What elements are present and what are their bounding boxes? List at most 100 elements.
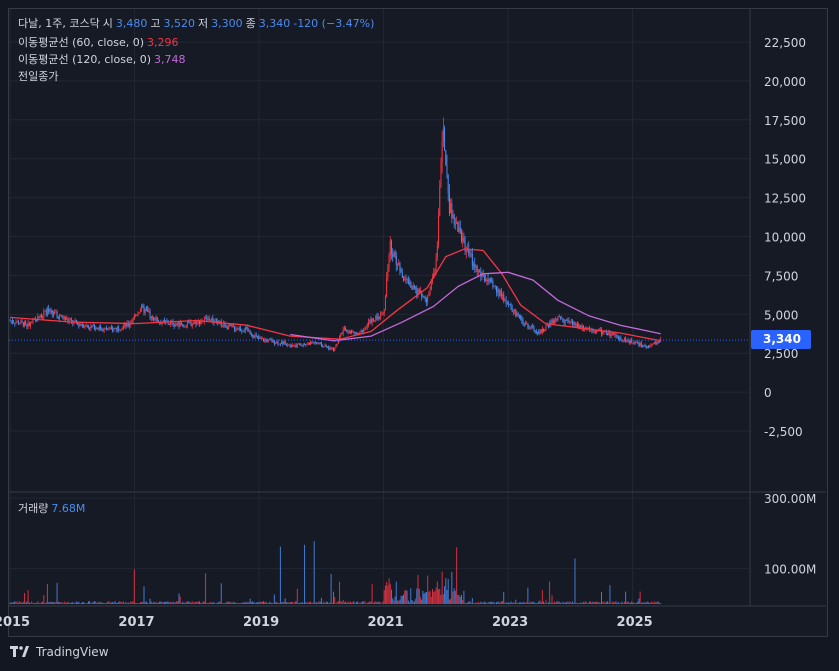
- volume-bar: [509, 602, 511, 604]
- volume-bar: [243, 602, 245, 604]
- time-tick-label: 2019: [243, 615, 279, 630]
- volume-bar: [447, 579, 449, 604]
- candle-body: [625, 338, 627, 342]
- volume-bar: [260, 601, 262, 604]
- volume-bar: [649, 603, 651, 604]
- candle-body: [540, 330, 542, 333]
- price-tick-label: -2,500: [764, 425, 803, 439]
- candle-body: [551, 319, 553, 325]
- volume-bar: [438, 589, 440, 604]
- candle-body: [249, 330, 251, 335]
- volume-bar: [63, 601, 65, 604]
- volume-bar: [42, 601, 44, 604]
- candle-body: [119, 329, 121, 331]
- candle-body: [205, 318, 207, 319]
- volume-bar: [492, 602, 494, 604]
- volume-bar: [616, 603, 618, 604]
- candle-body: [83, 325, 85, 328]
- volume-bar: [585, 601, 587, 604]
- volume-bar: [205, 573, 207, 604]
- volume-bar: [232, 601, 234, 604]
- candle-body: [151, 317, 153, 319]
- candle-body: [271, 340, 273, 343]
- candle-body: [372, 318, 374, 321]
- volume-bar: [213, 602, 215, 604]
- volume-bar: [395, 581, 397, 604]
- candle-body: [98, 326, 100, 330]
- volume-bar: [74, 602, 76, 604]
- candle-body: [614, 334, 616, 336]
- candle-body: [500, 290, 502, 297]
- candle-body: [173, 325, 175, 327]
- candle-body: [499, 290, 501, 296]
- candle-body: [313, 342, 315, 344]
- candle-body: [235, 329, 237, 331]
- volume-bar: [504, 602, 506, 604]
- volume-bar: [249, 598, 251, 604]
- volume-bar: [549, 581, 551, 604]
- candle-body: [281, 341, 283, 344]
- volume-bar: [276, 601, 278, 604]
- candle-body: [206, 318, 208, 320]
- candle-body: [237, 328, 239, 330]
- time-tick-label: 2015: [0, 615, 30, 630]
- candle-body: [425, 298, 427, 302]
- volume-bar: [166, 601, 168, 604]
- candle-body: [185, 325, 187, 327]
- candle-body: [74, 320, 76, 322]
- chart-canvas[interactable]: 22,500 20,000 17,500 15,000 12,500 10,000 7,50…: [0, 0, 839, 671]
- candle-body: [101, 329, 103, 330]
- candle-body: [642, 345, 644, 347]
- volume-bar: [259, 601, 261, 604]
- volume-bar: [229, 601, 231, 604]
- legend-prev-close[interactable]: 전일종가: [18, 70, 61, 84]
- volume-bar: [382, 601, 384, 604]
- candle-body: [574, 321, 576, 326]
- current-price-tag: 3,340: [751, 330, 811, 350]
- volume-bar: [417, 574, 419, 604]
- candle-body: [55, 311, 57, 313]
- volume-bar: [254, 603, 256, 604]
- volume-bar: [499, 602, 501, 604]
- volume-bar: [628, 602, 630, 604]
- volume-bar: [518, 602, 520, 604]
- legend-ma60[interactable]: 이동평균선 (60, close, 0) 3,296: [18, 36, 182, 50]
- volume-bar: [392, 598, 394, 604]
- candle-body: [108, 328, 110, 330]
- volume-bar: [366, 602, 368, 604]
- candle-body: [80, 324, 82, 326]
- candle-body: [153, 317, 155, 320]
- candle-body: [28, 322, 30, 326]
- volume-bar: [37, 601, 39, 604]
- volume-bar: [240, 603, 242, 604]
- candle-body: [471, 254, 473, 267]
- ma120-label: 이동평균선 (120, close, 0): [18, 53, 151, 66]
- candle-body: [458, 227, 460, 232]
- volume-bar: [54, 602, 56, 604]
- volume-bar: [150, 601, 152, 604]
- volume-bar: [412, 601, 414, 604]
- candle-body: [534, 330, 536, 332]
- price-tick-label: 5,000: [764, 308, 798, 322]
- volume-bar: [224, 603, 226, 604]
- volume-bar: [473, 603, 475, 604]
- volume-bar: [60, 602, 62, 604]
- volume-bar: [25, 602, 27, 604]
- candle-body: [553, 320, 555, 324]
- candle-body: [498, 289, 500, 296]
- volume-bar: [80, 603, 82, 604]
- volume-bar: [396, 600, 398, 604]
- candle-body: [282, 341, 284, 345]
- candle-body: [115, 328, 117, 330]
- candle-body: [244, 327, 246, 332]
- legend-volume[interactable]: 거래량 7.68M: [18, 502, 88, 516]
- volume-bar: [87, 601, 89, 604]
- tradingview-logo[interactable]: TradingView: [10, 645, 109, 659]
- volume-bar: [652, 602, 654, 604]
- legend-ma120[interactable]: 이동평균선 (120, close, 0) 3,748: [18, 53, 189, 67]
- volume-bar: [465, 602, 467, 604]
- volume-bar: [279, 546, 281, 604]
- candle-body: [306, 344, 308, 345]
- volume-bar: [575, 602, 577, 604]
- volume-bar: [28, 602, 30, 604]
